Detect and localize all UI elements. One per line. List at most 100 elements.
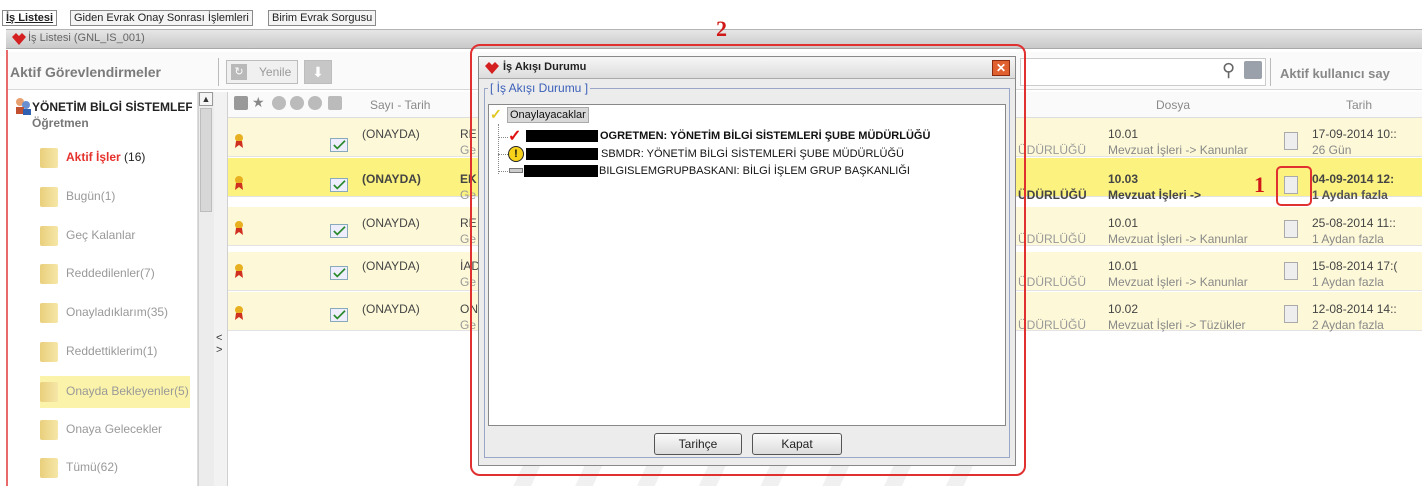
sidebar-item-aktif-isler[interactable]: Aktif İşler (16) <box>40 142 190 174</box>
row-unit: ÜDÜRLÜĞÜ <box>1018 275 1087 289</box>
approve-check-icon <box>330 308 348 322</box>
sidebar-item-gec-kalanlar[interactable]: Geç Kalanlar <box>40 220 190 252</box>
tab-is-listesi[interactable]: İş Listesi <box>2 10 58 26</box>
alarm-header-icon[interactable] <box>290 96 304 110</box>
document-status-icon[interactable] <box>1284 132 1298 150</box>
medal-icon <box>235 176 243 190</box>
clock-header-icon[interactable] <box>272 96 286 110</box>
warning-icon: ! <box>508 146 524 162</box>
folder-icon <box>40 226 58 246</box>
search-icon[interactable]: ⚲ <box>1222 60 1235 81</box>
lock-header-icon[interactable] <box>308 96 322 110</box>
row-age: 1 Aydan fazla <box>1312 232 1384 246</box>
row-age: 2 Aydan fazla <box>1312 318 1384 332</box>
chevron-right-icon[interactable]: > <box>216 344 222 356</box>
refresh-icon: ↻ <box>231 64 247 80</box>
folder-icon <box>40 187 58 207</box>
medal-icon <box>235 134 243 148</box>
checkmark-red-icon: ✓ <box>508 128 522 145</box>
row-file-path: Mevzuat İşleri -> Tüzükler <box>1108 318 1246 332</box>
tab-giden-evrak[interactable]: Giden Evrak Onay Sonrası İşlemleri <box>70 10 253 26</box>
sidebar-item-label: Reddettiklerim(1) <box>66 344 158 358</box>
sidebar-item-onayda-bekleyenler[interactable]: Onayda Bekleyenler(5) <box>40 376 190 408</box>
row-status: (ONAYDA) <box>362 302 420 316</box>
sidebar-item-onaya-gelecekler[interactable]: Onaya Gelecekler <box>40 414 190 446</box>
tree-line <box>498 137 508 138</box>
row-unit: ÜDÜRLÜĞÜ <box>1018 232 1087 246</box>
row-status: (ONAYDA) <box>362 127 420 141</box>
folder-icon <box>40 458 58 478</box>
folder-icon <box>40 420 58 440</box>
row-file-code: 10.01 <box>1108 259 1139 273</box>
annotation-number-1: 1 <box>1254 172 1265 197</box>
tree-root-node[interactable]: Onaylayacaklar <box>507 107 589 123</box>
row-file-code: 10.03 <box>1108 172 1139 186</box>
refresh-button[interactable]: ↻ Yenile <box>226 60 298 84</box>
redacted-name <box>524 165 598 177</box>
redacted-name <box>526 148 598 160</box>
sidebar-item-count: (16) <box>124 150 146 164</box>
app-logo-icon <box>12 33 26 45</box>
user-name: YÖNETİM BİLGİ SİSTEMLEF <box>32 100 192 114</box>
row-unit: ÜDÜRLÜĞÜ <box>1018 188 1087 202</box>
col-header-sayi-tarih[interactable]: Sayı - Tarih <box>370 98 430 112</box>
col-header-tarih[interactable]: Tarih <box>1346 98 1372 112</box>
row-file-path: Mevzuat İşleri -> Kanunlar <box>1108 232 1248 246</box>
annotation-highlight-box <box>1276 166 1312 206</box>
tree-node-approved[interactable]: OGRETMEN: YÖNETİM BİLGİ SİSTEMLERİ ŞUBE … <box>600 130 930 142</box>
row-status: (ONAYDA) <box>362 259 420 273</box>
sidebar-item-label: Aktif İşler <box>66 150 121 164</box>
tab-birim-evrak-sorgusu[interactable]: Birim Evrak Sorgusu <box>268 10 377 26</box>
sidebar-item-label: Bugün(1) <box>66 189 116 203</box>
approve-check-icon <box>330 138 348 152</box>
sidebar-item-tumu[interactable]: Tümü(62) <box>40 452 190 484</box>
row-status: (ONAYDA) <box>362 216 420 230</box>
sidebar-item-reddettiklerim[interactable]: Reddettiklerim(1) <box>40 336 190 368</box>
row-unit: ÜDÜRLÜĞÜ <box>1018 143 1087 157</box>
folder-icon <box>40 382 58 402</box>
app-logo-icon <box>485 62 499 74</box>
user-group-icon <box>16 98 31 115</box>
save-icon[interactable] <box>1244 61 1262 79</box>
sidebar-item-bugun[interactable]: Bugün(1) <box>40 181 190 213</box>
folder-icon <box>40 148 58 168</box>
close-dialog-button[interactable]: Kapat <box>752 433 842 455</box>
history-button[interactable]: Tarihçe <box>654 433 742 455</box>
scroll-up-arrow-icon[interactable]: ▲ <box>199 92 213 106</box>
row-unit: ÜDÜRLÜĞÜ <box>1018 318 1087 332</box>
scrollbar-thumb[interactable] <box>200 108 212 212</box>
col-header-dosya[interactable]: Dosya <box>1156 98 1190 112</box>
toolbar-separator-right <box>1270 58 1271 86</box>
tree-node-waiting[interactable]: BILGISLEMGRUPBASKANI: BİLGİ İŞLEM GRUP B… <box>599 165 910 177</box>
sidebar-item-reddedilenler[interactable]: Reddedilenler(7) <box>40 258 190 290</box>
sidebar-item-onayladiklarim[interactable]: Onayladıklarım(35) <box>40 297 190 329</box>
star-header-icon[interactable]: ★ <box>252 94 265 111</box>
refresh-label: Yenile <box>259 65 292 79</box>
approve-check-icon <box>330 266 348 280</box>
medal-header-icon[interactable] <box>234 96 248 110</box>
folder-icon <box>40 303 58 323</box>
download-icon: ⬇ <box>312 64 324 80</box>
sidebar-item-label: Geç Kalanlar <box>66 228 136 242</box>
tree-line <box>498 124 499 174</box>
row-date: 12-08-2014 14:: <box>1312 302 1397 316</box>
tree-line <box>498 154 508 155</box>
medal-icon <box>235 221 243 235</box>
attachment-header-icon[interactable] <box>328 96 342 110</box>
document-status-icon[interactable] <box>1284 262 1298 280</box>
sidebar-item-label: Onayda Bekleyenler(5) <box>66 384 189 398</box>
row-date: 04-09-2014 12: <box>1312 172 1395 186</box>
row-date: 15-08-2014 17:( <box>1312 259 1398 273</box>
sidebar-collapse-handle[interactable]: < > <box>214 92 228 486</box>
tree-node-pending[interactable]: SBMDR: YÖNETİM BİLGİ SİSTEMLERİ ŞUBE MÜD… <box>601 148 904 160</box>
redacted-name <box>526 130 598 142</box>
row-age: 1 Aydan fazla <box>1312 275 1384 289</box>
pending-dash-icon <box>509 168 523 173</box>
chevron-left-icon[interactable]: < <box>216 332 222 344</box>
document-status-icon[interactable] <box>1284 305 1298 323</box>
close-icon[interactable]: ✕ <box>992 60 1010 76</box>
download-button[interactable]: ⬇ <box>304 60 332 84</box>
document-status-icon[interactable] <box>1284 220 1298 238</box>
dialog-title-bar[interactable]: İş Akışı Durumu <box>479 57 1015 79</box>
sidebar-item-label: Reddedilenler(7) <box>66 266 155 280</box>
